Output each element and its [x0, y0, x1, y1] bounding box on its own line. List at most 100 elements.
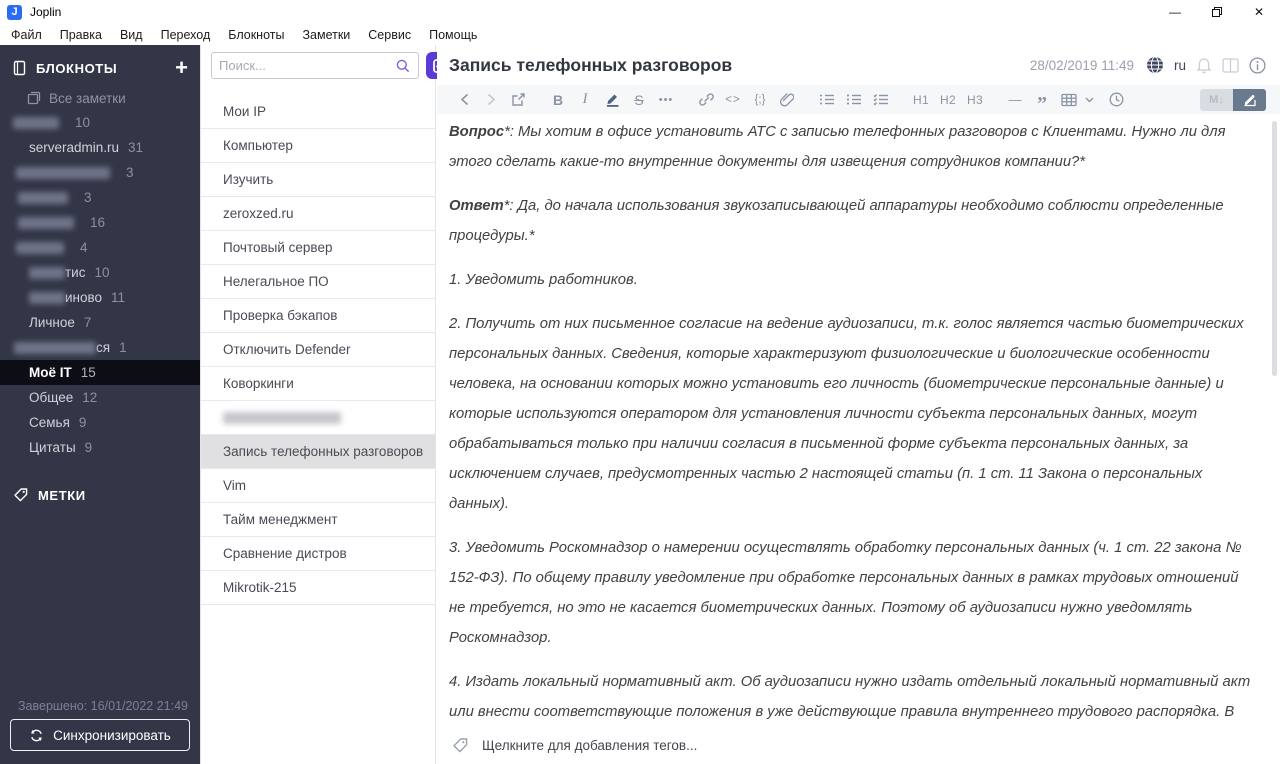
note-date: 28/02/2019 11:49: [1029, 57, 1134, 73]
blockquote-button[interactable]: ”: [1033, 91, 1051, 114]
restore-button[interactable]: [1196, 0, 1238, 24]
menu-view[interactable]: Вид: [111, 28, 152, 42]
heading2-button[interactable]: H2: [939, 93, 957, 107]
note-item[interactable]: zeroxzed.ru: [201, 197, 435, 231]
attach-file-button[interactable]: [778, 92, 796, 107]
sidebar-notebook-item-selected[interactable]: Моё IT 15: [0, 360, 200, 385]
note-title[interactable]: Запись телефонных разговоров: [449, 55, 732, 76]
note-item[interactable]: Сравнение дистров: [201, 537, 435, 571]
heading1-button[interactable]: H1: [912, 93, 930, 107]
note-item[interactable]: Vim: [201, 469, 435, 503]
note-item[interactable]: Компьютер: [201, 129, 435, 163]
markdown-view-button[interactable]: M↓: [1200, 88, 1233, 111]
sidebar-item-all-notes[interactable]: Все заметки: [0, 86, 200, 110]
redacted-label: [14, 341, 96, 354]
add-tags-placeholder: Щелкните для добавления тегов...: [482, 737, 698, 753]
tag-bar[interactable]: Щелкните для добавления тегов...: [437, 726, 1270, 764]
back-button[interactable]: [455, 93, 473, 106]
info-icon[interactable]: [1249, 56, 1266, 74]
menu-notes[interactable]: Заметки: [293, 28, 359, 42]
globe-icon[interactable]: [1146, 56, 1164, 74]
insert-table-button[interactable]: [1060, 93, 1078, 107]
redacted-label: [29, 266, 65, 279]
window-title: Joplin: [30, 5, 62, 19]
note-item[interactable]: Почтовый сервер: [201, 231, 435, 265]
note-item[interactable]: Mikrotik-215: [201, 571, 435, 605]
bold-button[interactable]: B: [549, 92, 567, 108]
sidebar-notebook-item[interactable]: ся 1: [0, 335, 200, 360]
synchronize-button[interactable]: Синхронизировать: [10, 719, 190, 751]
sidebar: БЛОКНОТЫ + Все заметки 10 serveradmin.ru…: [0, 45, 200, 764]
close-button[interactable]: ✕: [1238, 0, 1280, 24]
sidebar-notebook-item[interactable]: Семья 9: [0, 410, 200, 435]
sidebar-notebook-item[interactable]: иново 11: [0, 285, 200, 310]
alarm-bell-icon[interactable]: [1196, 57, 1212, 74]
note-item[interactable]: Тайм менеджмент: [201, 503, 435, 537]
redacted-label: [18, 191, 68, 204]
redacted-label: [18, 216, 74, 229]
hyperlink-button[interactable]: [697, 92, 715, 107]
menu-help[interactable]: Помощь: [420, 28, 486, 42]
menu-tools[interactable]: Сервис: [359, 28, 420, 42]
italic-button[interactable]: I: [576, 91, 594, 108]
heading3-button[interactable]: H3: [966, 93, 984, 107]
note-item[interactable]: Мои IP: [201, 95, 435, 129]
note-list-panel: Мои IP Компьютер Изучить zeroxzed.ru Поч…: [200, 45, 487, 764]
sidebar-notebook-item[interactable]: 3: [0, 160, 200, 185]
paragraph: Вопрос*: Мы хотим в офисе установить АТС…: [449, 124, 1226, 170]
sidebar-notebook-item[interactable]: Общее 12: [0, 385, 200, 410]
note-item[interactable]: Коворкинги: [201, 367, 435, 401]
editor-layout-toggle: M↓: [1200, 88, 1266, 111]
more-formats-button[interactable]: •••: [657, 94, 675, 106]
all-notes-icon: [27, 91, 41, 105]
menu-edit[interactable]: Правка: [51, 28, 111, 42]
sidebar-notebook-item[interactable]: Цитаты 9: [0, 435, 200, 460]
inline-code-button[interactable]: <>: [724, 94, 742, 106]
window-titlebar: J Joplin — ✕: [0, 0, 1280, 24]
note-item-redacted[interactable]: [201, 401, 435, 435]
redacted-label: [29, 291, 65, 304]
note-list: Мои IP Компьютер Изучить zeroxzed.ru Поч…: [201, 95, 435, 605]
strikethrough-button[interactable]: S: [630, 92, 648, 108]
menu-go[interactable]: Переход: [152, 28, 220, 42]
note-item[interactable]: Проверка бэкапов: [201, 299, 435, 333]
menu-notebooks[interactable]: Блокноты: [219, 28, 293, 42]
note-body[interactable]: Вопрос*: Мы хотим в офисе установить АТС…: [449, 117, 1252, 725]
horizontal-rule-button[interactable]: —: [1006, 92, 1024, 107]
redacted-label: [13, 116, 59, 129]
sidebar-notebook-item[interactable]: Личное 7: [0, 310, 200, 335]
sidebar-notebook-item[interactable]: 10: [0, 110, 200, 135]
paragraph: Ответ*: Да, до начала использования звук…: [449, 198, 1224, 244]
note-item[interactable]: Изучить: [201, 163, 435, 197]
menu-file[interactable]: Файл: [2, 28, 51, 42]
note-item-selected[interactable]: Запись телефонных разговоров: [201, 435, 435, 469]
sidebar-notebook-item[interactable]: serveradmin.ru 31: [0, 135, 200, 160]
numbered-list-button[interactable]: [845, 93, 863, 106]
richtext-view-button[interactable]: [1233, 88, 1266, 111]
checklist-button[interactable]: [872, 93, 890, 106]
bulleted-list-button[interactable]: [818, 93, 836, 106]
insert-datetime-button[interactable]: [1107, 92, 1125, 107]
scrollbar-thumb[interactable]: [1272, 121, 1277, 376]
sidebar-notebook-item[interactable]: 16: [0, 210, 200, 235]
spellcheck-locale[interactable]: ru: [1174, 58, 1186, 73]
paragraph: 2. Получить от них письменное согласие н…: [449, 316, 1244, 512]
search-input[interactable]: [219, 58, 395, 73]
forward-button[interactable]: [482, 93, 500, 106]
new-notebook-button[interactable]: +: [175, 57, 188, 79]
sync-icon: [31, 729, 43, 741]
sidebar-notebook-item[interactable]: тис 10: [0, 260, 200, 285]
layout-columns-icon[interactable]: [1222, 57, 1239, 73]
sidebar-notebook-item[interactable]: 3: [0, 185, 200, 210]
note-item[interactable]: Отключить Defender: [201, 333, 435, 367]
search-box[interactable]: [211, 52, 419, 79]
table-chevron-down-icon[interactable]: [1080, 97, 1098, 103]
note-item[interactable]: Нелегальное ПО: [201, 265, 435, 299]
sidebar-notebook-item[interactable]: 4: [0, 235, 200, 260]
minimize-button[interactable]: —: [1154, 0, 1196, 24]
tag-icon: [453, 737, 468, 752]
redacted-label: [16, 166, 110, 179]
highlight-pen-button[interactable]: [603, 92, 621, 107]
external-edit-button[interactable]: [509, 92, 527, 107]
code-block-button[interactable]: {;}: [751, 94, 769, 106]
